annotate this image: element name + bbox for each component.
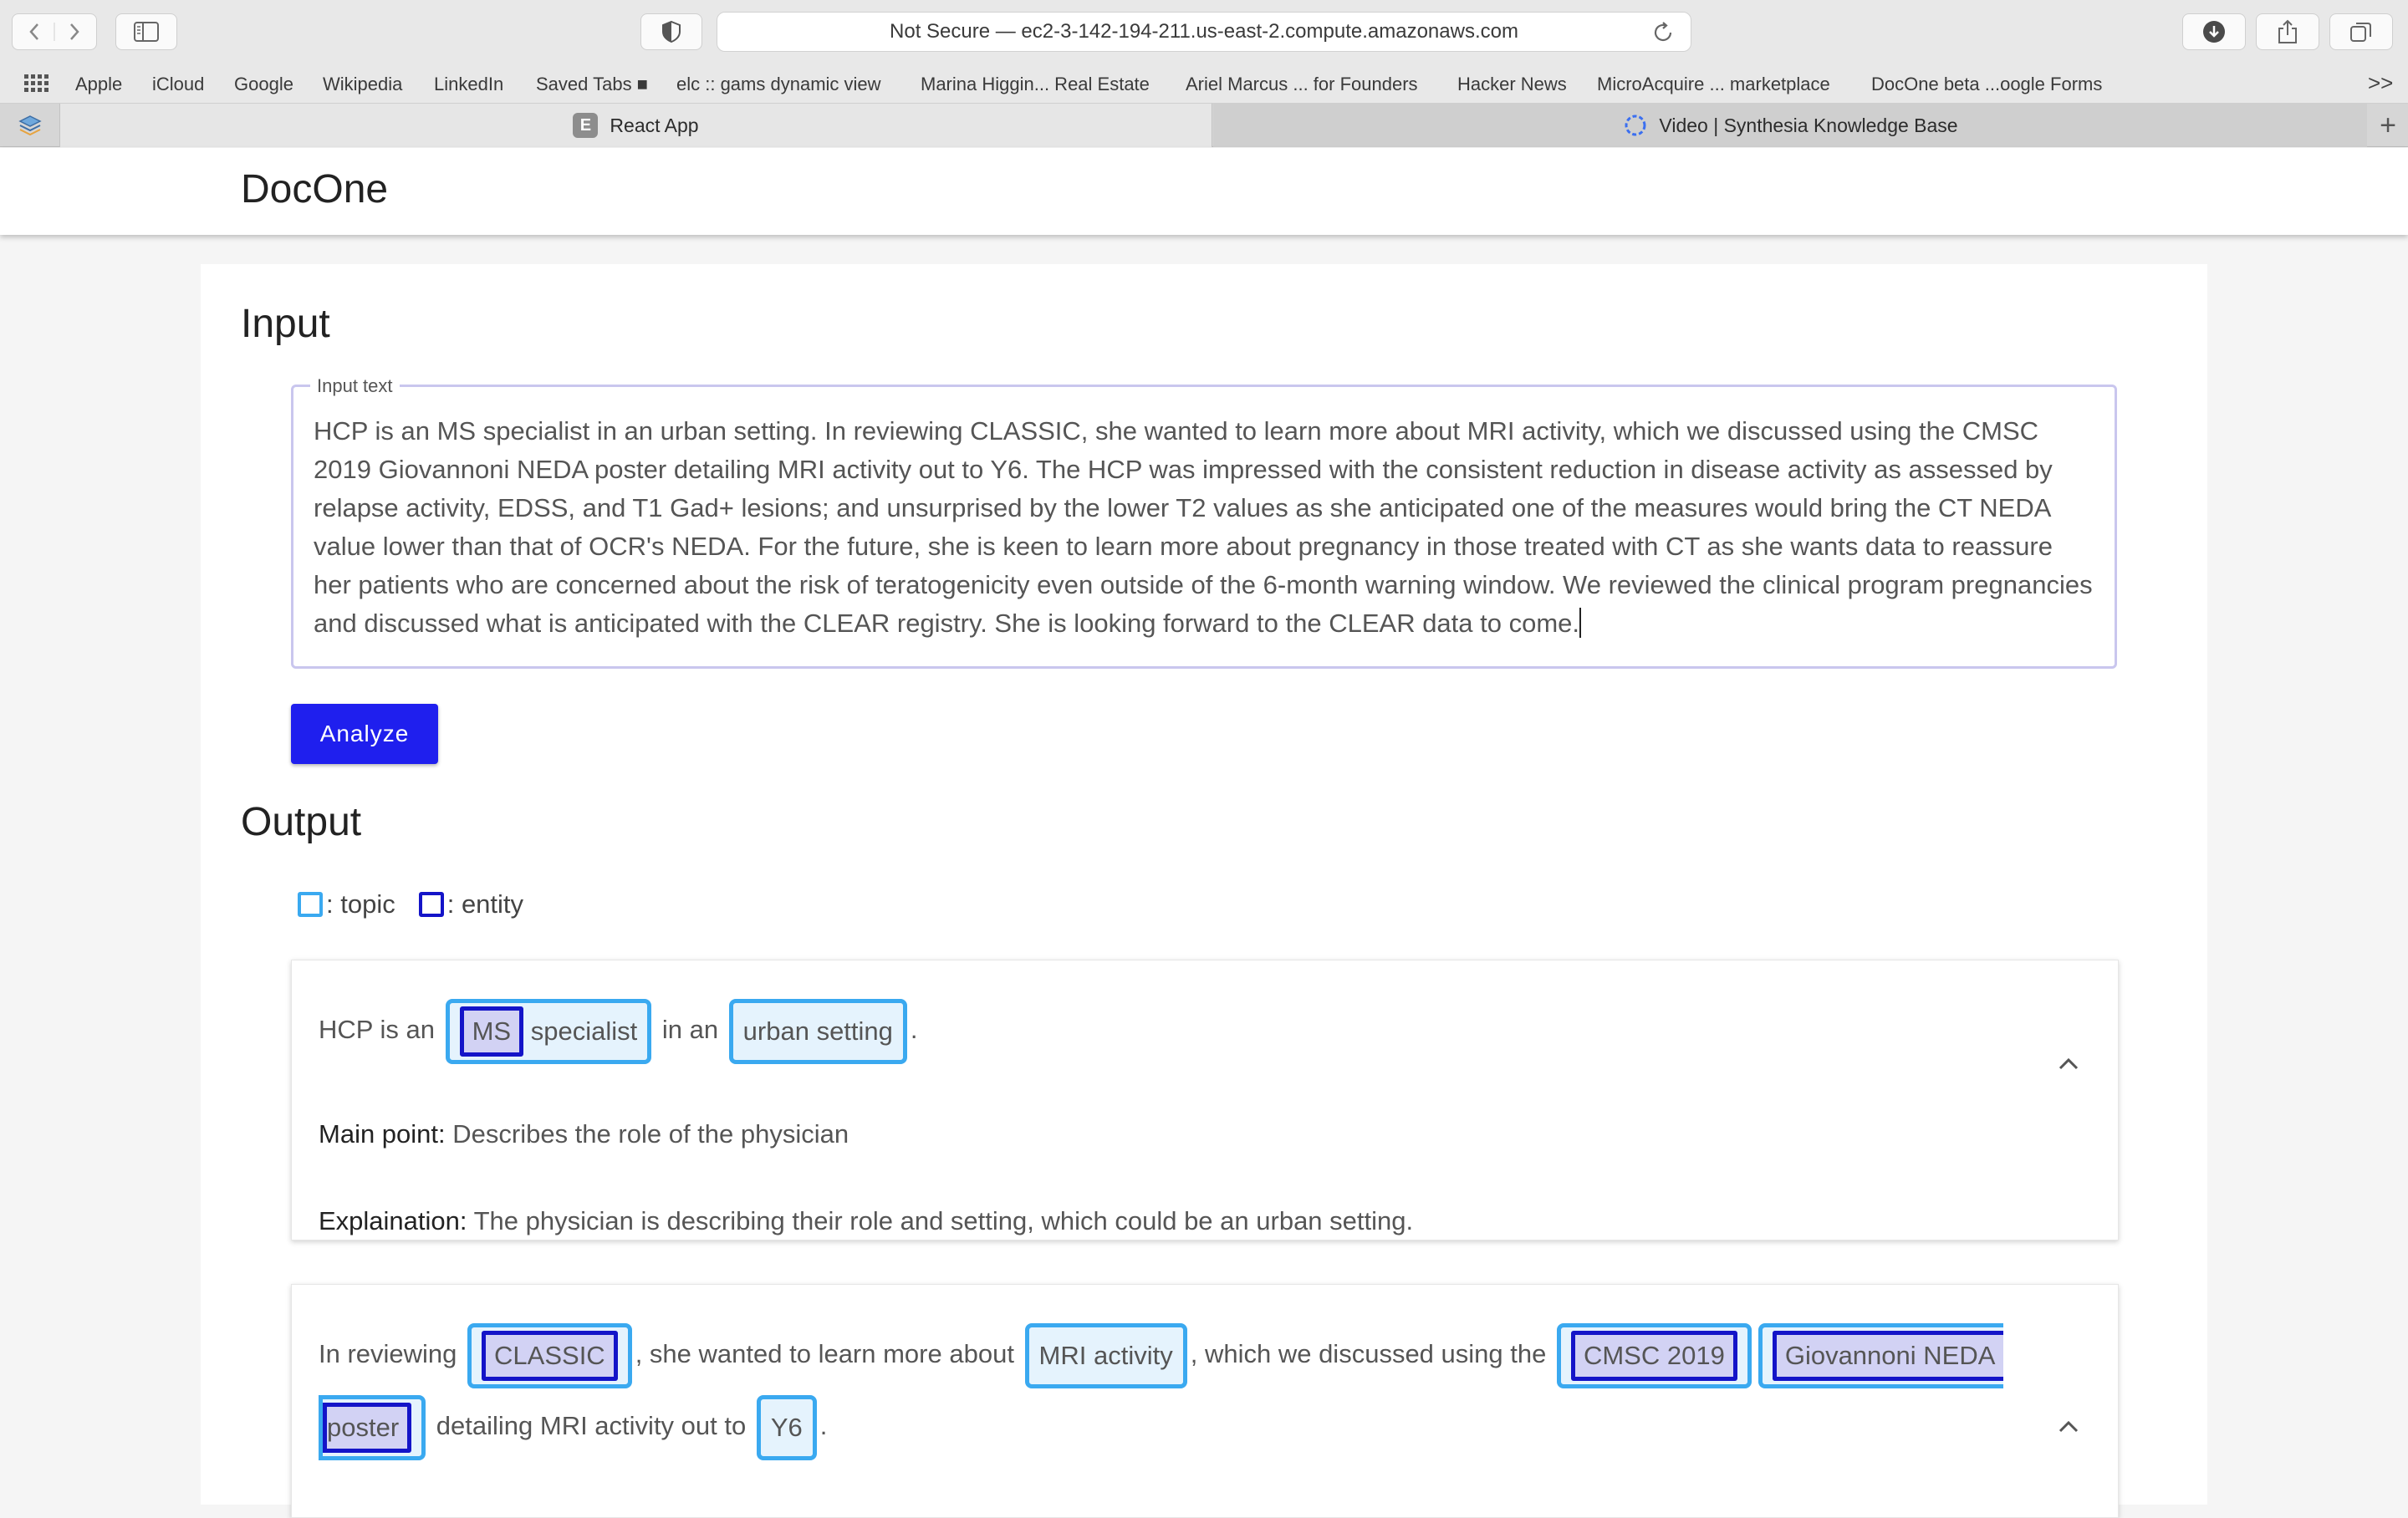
analyze-button[interactable]: Analyze: [291, 704, 438, 764]
chevron-up-icon[interactable]: [2056, 1419, 2081, 1435]
react-app-favicon-icon: E: [573, 113, 599, 138]
topic-highlight[interactable]: urban setting: [728, 998, 907, 1064]
input-text-area[interactable]: HCP is an MS specialist in an urban sett…: [314, 412, 2094, 643]
main-panel: Input Input text HCP is an MS specialist…: [201, 264, 2207, 1518]
sentence-text: HCP is an: [319, 1015, 442, 1044]
topic-highlight[interactable]: Y6: [756, 1394, 817, 1460]
chevron-up-icon[interactable]: [2056, 1056, 2081, 1072]
share-icon: [2278, 19, 2297, 43]
sidebar-toggle-button[interactable]: [115, 13, 177, 50]
sentence-text: .: [910, 1015, 918, 1044]
explanation-label: Explaination:: [319, 1206, 467, 1235]
bookmarks-bar: Apple iCloud Google Wikipedia LinkedIn S…: [0, 64, 2408, 104]
new-tab-button[interactable]: +: [2368, 104, 2408, 147]
apps-grid-icon[interactable]: [23, 74, 50, 94]
layers-icon: [18, 115, 42, 136]
shield-icon: [662, 20, 681, 43]
sentence-text: In reviewing: [319, 1339, 465, 1368]
entity-highlight[interactable]: MS: [459, 1006, 524, 1057]
annotated-sentence: HCP is an MS specialist in an urban sett…: [319, 994, 2033, 1066]
bookmark-elc-gams[interactable]: elc :: gams dynamic view: [676, 74, 881, 95]
address-text: Not Secure — ec2-3-142-194-211.us-east-2…: [890, 20, 1518, 43]
explanation-value: The physician is describing their role a…: [467, 1206, 1414, 1235]
tab-overview-button[interactable]: [2329, 13, 2393, 50]
topic-highlight[interactable]: poster: [319, 1394, 426, 1460]
entity-legend-swatch: [418, 892, 444, 917]
address-bar[interactable]: Not Secure — ec2-3-142-194-211.us-east-2…: [717, 12, 1691, 52]
input-text-label: Input text: [310, 375, 400, 397]
topic-legend-swatch: [298, 892, 323, 917]
app-brand: DocOne: [241, 167, 389, 211]
share-button[interactable]: [2256, 13, 2319, 50]
pinned-tab[interactable]: [0, 104, 60, 147]
main-point-label: Main point:: [319, 1119, 446, 1149]
bookmark-google[interactable]: Google: [234, 74, 293, 95]
input-text-value: HCP is an MS specialist in an urban sett…: [314, 416, 2093, 638]
annotated-sentence: In reviewing CLASSIC , she wanted to lear…: [319, 1318, 2033, 1462]
entity-highlight[interactable]: Giovannoni NEDA: [1772, 1330, 2004, 1381]
topic-text: specialist: [523, 1016, 638, 1046]
analysis-card: HCP is an MS specialist in an urban sett…: [291, 960, 2119, 1240]
bookmark-icloud[interactable]: iCloud: [152, 74, 204, 95]
tab-bar: E React App Video | Synthesia Knowledge …: [0, 104, 2408, 147]
synthesia-favicon-icon: [1625, 115, 1646, 136]
bookmark-linkedin[interactable]: LinkedIn: [434, 74, 503, 95]
tabs-overview-icon: [2350, 23, 2371, 42]
sidebar-icon: [134, 22, 159, 42]
bookmark-marina-higgins[interactable]: Marina Higgin... Real Estate: [921, 74, 1150, 95]
bookmark-saved-tabs[interactable]: Saved Tabs ■: [536, 74, 648, 95]
tab-label: Video | Synthesia Knowledge Base: [1659, 114, 1958, 136]
topic-highlight[interactable]: MS specialist: [445, 998, 652, 1064]
downloads-button[interactable]: [2182, 13, 2246, 50]
topic-highlight[interactable]: CMSC 2019: [1556, 1322, 1752, 1388]
sentence-text: in an: [655, 1015, 726, 1044]
input-section-title: Input: [241, 302, 330, 346]
bookmark-docone-beta[interactable]: DocOne beta ...oogle Forms: [1871, 74, 2102, 95]
tab-react-app[interactable]: E React App: [60, 104, 1212, 147]
reload-icon[interactable]: [1650, 20, 1676, 45]
output-section-title: Output: [241, 800, 362, 844]
input-text-field[interactable]: Input text HCP is an MS specialist in an…: [291, 375, 2117, 669]
text-caret: [1579, 608, 1582, 638]
sentence-text: , she wanted to learn more about: [635, 1339, 1022, 1368]
main-point-value: Describes the role of the physician: [445, 1119, 849, 1149]
topic-highlight[interactable]: CLASSIC: [467, 1322, 632, 1388]
bookmark-wikipedia[interactable]: Wikipedia: [323, 74, 402, 95]
entity-highlight[interactable]: poster: [323, 1402, 412, 1453]
back-forward-group: [12, 13, 97, 50]
sentence-text: detailing MRI activity out to: [429, 1411, 753, 1440]
back-forward-icon[interactable]: [13, 19, 96, 44]
main-point: Main point: Describes the role of the ph…: [319, 1119, 849, 1149]
topic-highlight[interactable]: MRI activity: [1024, 1322, 1187, 1388]
explanation: Explaination: The physician is describin…: [319, 1206, 1413, 1236]
legend: : topic : entity: [298, 889, 523, 919]
bookmark-apple[interactable]: Apple: [75, 74, 122, 95]
app-header: DocOne: [0, 148, 2408, 235]
tab-synthesia[interactable]: Video | Synthesia Knowledge Base: [1213, 104, 2367, 147]
bookmark-ariel-marcus[interactable]: Ariel Marcus ... for Founders: [1186, 74, 1418, 95]
privacy-shield-button[interactable]: [640, 13, 702, 50]
topic-highlight[interactable]: Giovannoni NEDA: [1758, 1322, 2004, 1388]
entity-highlight[interactable]: CLASSIC: [482, 1330, 618, 1381]
sentence-text: .: [819, 1411, 828, 1440]
bookmarks-overflow-icon[interactable]: >>: [2368, 70, 2393, 96]
entity-highlight[interactable]: CMSC 2019: [1570, 1330, 1737, 1381]
analysis-card: In reviewing CLASSIC , she wanted to lear…: [291, 1284, 2119, 1518]
sentence-text: , which we discussed using the: [1190, 1339, 1553, 1368]
topic-legend-label: : topic: [326, 889, 395, 919]
tab-label: React App: [610, 114, 699, 136]
entity-legend-label: : entity: [446, 889, 524, 919]
download-icon: [2203, 21, 2225, 43]
bookmark-hacker-news[interactable]: Hacker News: [1457, 74, 1567, 95]
browser-toolbar: Not Secure — ec2-3-142-194-211.us-east-2…: [0, 0, 2408, 64]
bookmark-microacquire[interactable]: MicroAcquire ... marketplace: [1597, 74, 1830, 95]
